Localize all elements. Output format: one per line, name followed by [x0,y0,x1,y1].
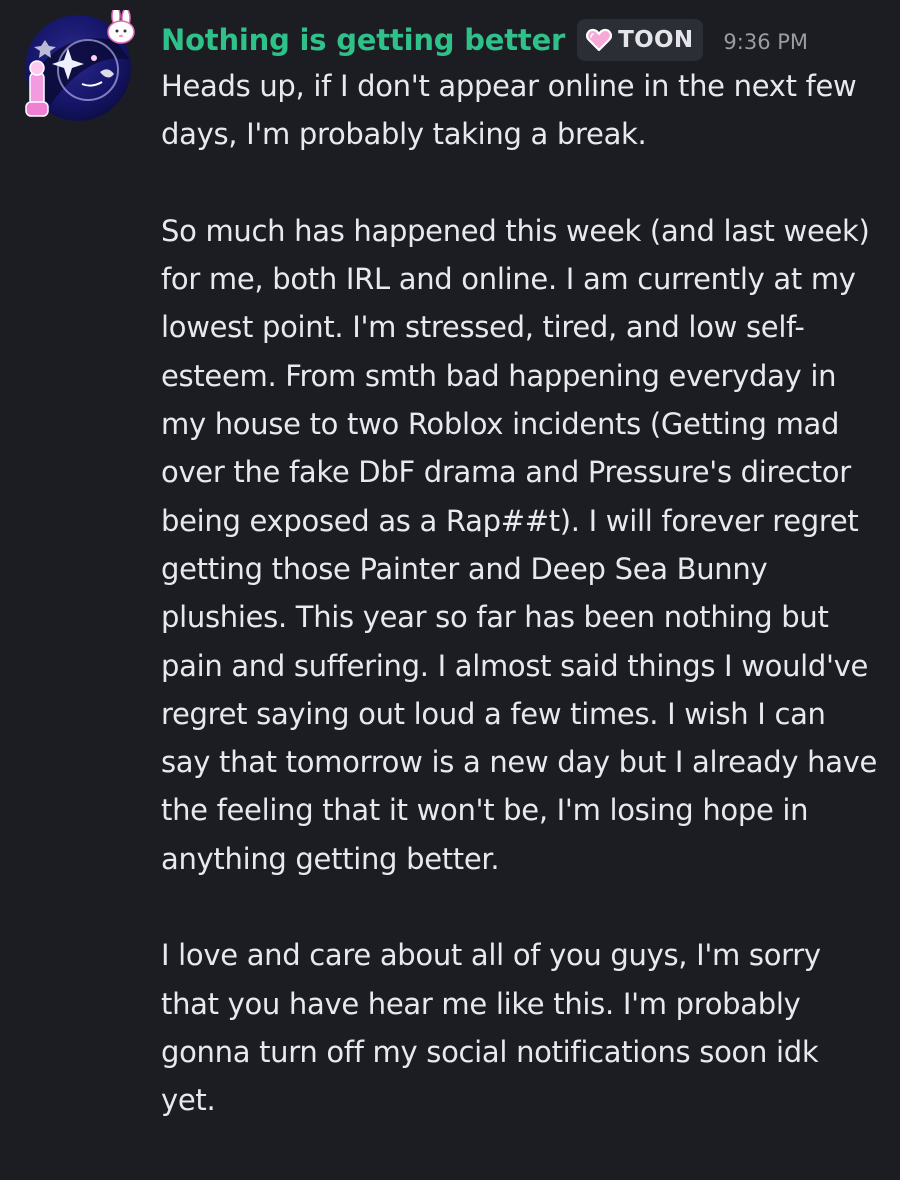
chat-message: Nothing is getting better TOON 9:36 PM H… [0,0,900,1180]
message-paragraph: I love and care about all of you guys, I… [161,938,821,1118]
message-paragraph: So much has happened this week (and last… [161,213,878,876]
pink-heart-icon [586,28,613,52]
message-timestamp[interactable]: 9:36 PM [723,26,808,54]
username[interactable]: Nothing is getting better [161,23,565,57]
server-tag-label: TOON [618,27,694,53]
message-paragraph: Heads up, if I don't appear online in th… [161,69,857,152]
message-header: Nothing is getting better TOON 9:36 PM [161,16,808,64]
message-content: Heads up, if I don't appear online in th… [161,62,881,1125]
avatar-image [25,10,135,121]
avatar[interactable] [20,10,136,126]
server-tag-badge[interactable]: TOON [577,19,704,61]
